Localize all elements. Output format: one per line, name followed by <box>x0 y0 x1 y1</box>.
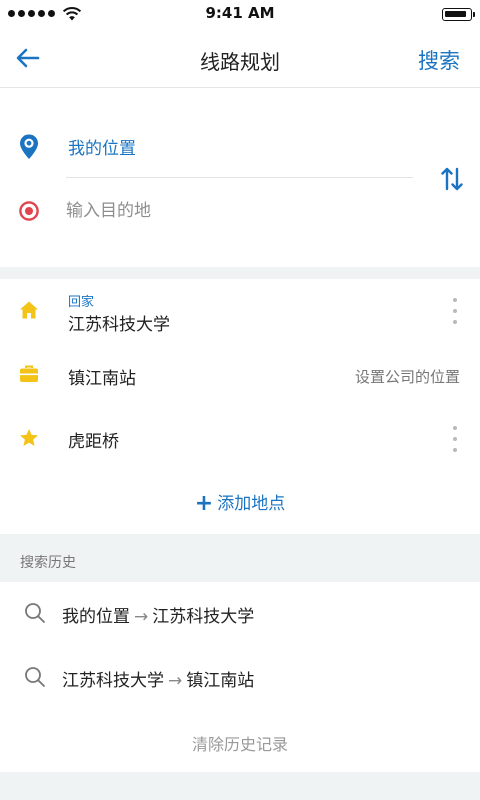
briefcase-icon <box>20 365 38 382</box>
arrow-right-icon: → <box>168 671 183 691</box>
arrow-right-icon: → <box>134 607 149 627</box>
destination-input[interactable] <box>66 195 406 227</box>
arrow-left-icon[interactable] <box>14 46 42 70</box>
add-place-label: 添加地点 <box>217 494 286 514</box>
place-home-name: 江苏科技大学 <box>68 315 170 335</box>
history-item-text: 江苏科技大学 → 镇江南站 <box>62 671 255 691</box>
history-item[interactable]: 江苏科技大学 → 镇江南站 <box>0 646 480 710</box>
battery-icon <box>442 8 475 21</box>
place-item-home[interactable] <box>0 279 430 343</box>
nav-bar: 线路规划 搜索 <box>0 28 480 88</box>
place-home-label: 回家 <box>68 295 95 310</box>
bottom-section <box>0 772 480 800</box>
search-button[interactable]: 搜索 <box>418 45 460 75</box>
more-vertical-icon[interactable] <box>448 296 462 326</box>
section-divider <box>0 267 480 279</box>
set-work-location-link[interactable]: 设置公司的位置 <box>355 366 460 387</box>
status-bar: 9:41 AM <box>0 0 480 28</box>
search-icon <box>25 603 45 623</box>
clear-history-button[interactable]: 清除历史记录 <box>0 731 480 755</box>
history-title: 搜索历史 <box>20 555 76 571</box>
place-item-favorite[interactable] <box>0 408 430 468</box>
history-item-text: 我的位置 → 江苏科技大学 <box>62 607 255 627</box>
history-item[interactable]: 我的位置 → 江苏科技大学 <box>0 582 480 646</box>
location-pin-icon <box>20 134 38 159</box>
search-icon <box>25 667 45 687</box>
place-favorite-name: 虎距桥 <box>68 432 119 452</box>
more-vertical-icon[interactable] <box>448 424 462 454</box>
page-title: 线路规划 <box>200 50 280 74</box>
star-icon <box>20 429 38 446</box>
target-icon <box>19 201 39 221</box>
place-work-name: 镇江南站 <box>68 369 136 389</box>
route-divider <box>66 177 413 178</box>
plus-icon: + <box>194 491 214 516</box>
status-time: 9:41 AM <box>205 4 275 22</box>
add-place-button[interactable]: + 添加地点 <box>0 489 480 516</box>
home-icon <box>20 301 38 319</box>
origin-field[interactable]: 我的位置 <box>68 134 136 159</box>
swap-vertical-icon[interactable] <box>441 166 463 192</box>
